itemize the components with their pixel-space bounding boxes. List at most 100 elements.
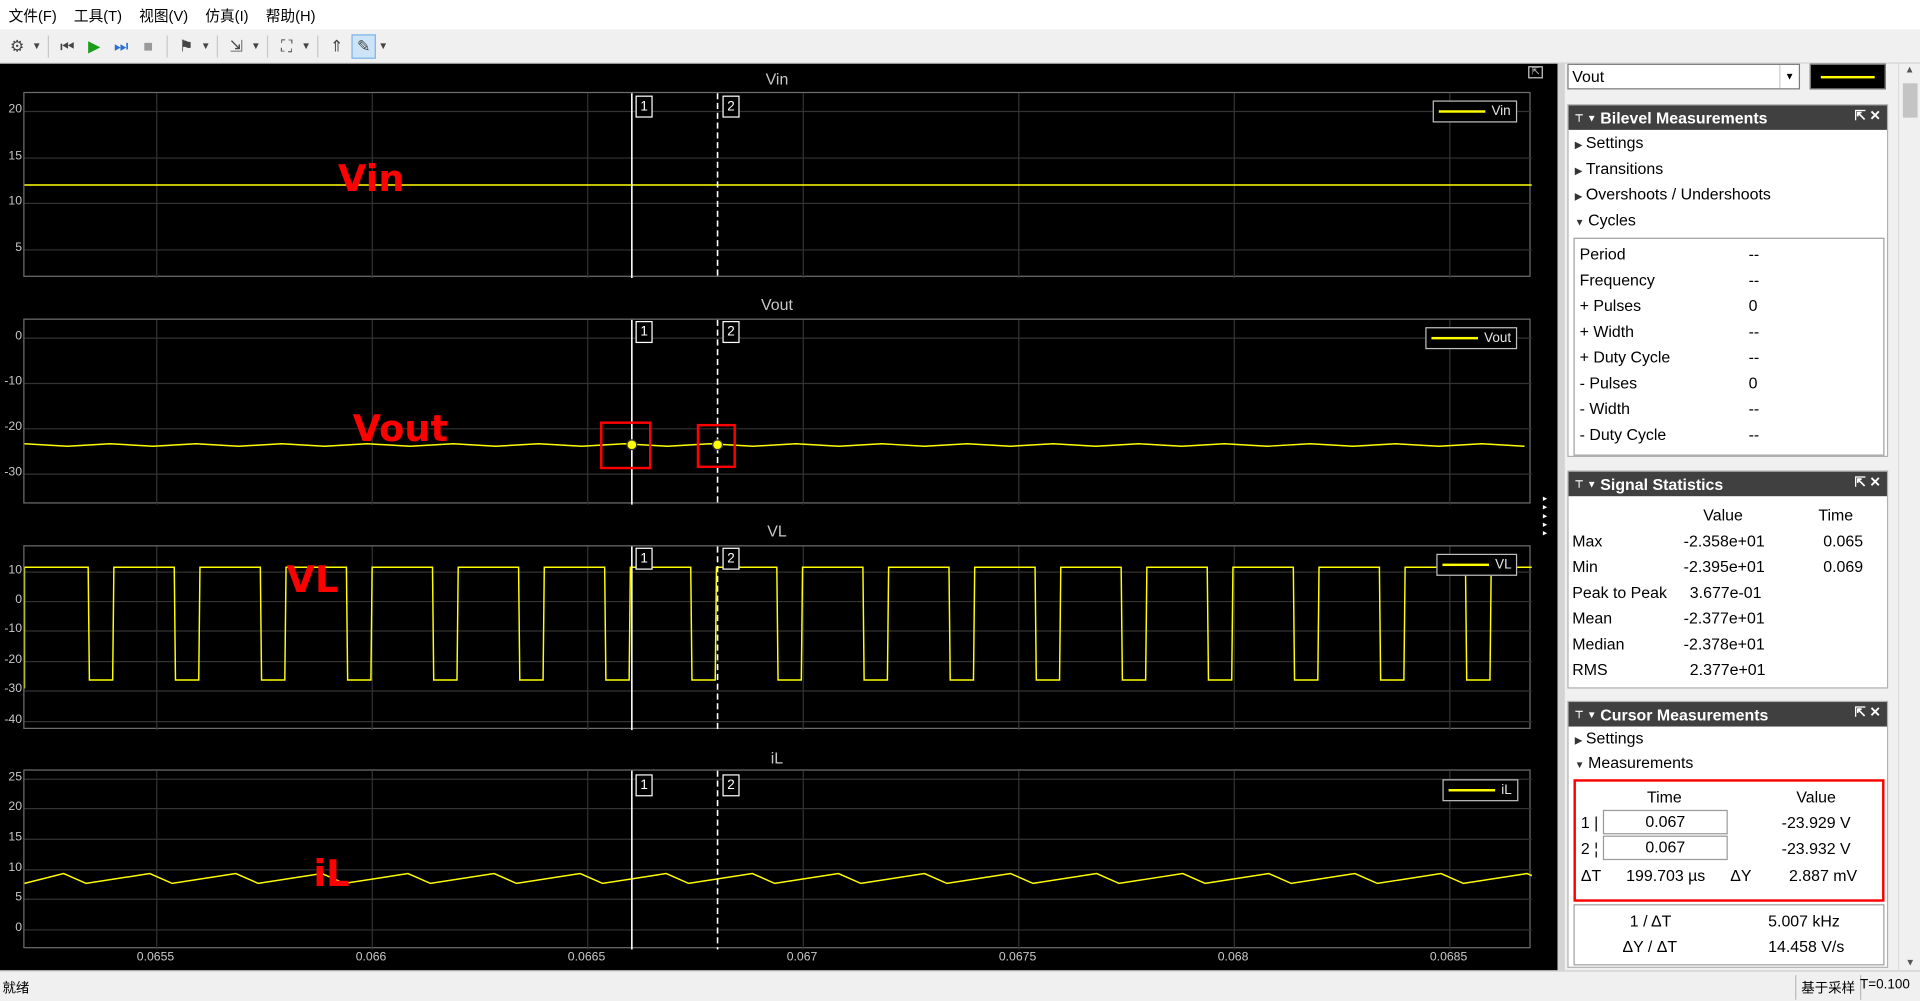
tree-measurements[interactable]: ▼ Measurements bbox=[1569, 751, 1887, 776]
legend-vin[interactable]: Vin bbox=[1432, 100, 1517, 123]
tree-settings[interactable]: ▶ Settings bbox=[1569, 130, 1887, 156]
axes-vout[interactable] bbox=[23, 318, 1532, 505]
inverse-dt-label: 1 / ΔT bbox=[1629, 911, 1672, 930]
signal-select[interactable]: Vout ▼ bbox=[1567, 63, 1801, 90]
column-header: Time bbox=[1818, 506, 1854, 525]
tree-cycles[interactable]: ▼ Cycles bbox=[1569, 207, 1887, 233]
chevron-down-icon[interactable]: ▼ bbox=[1587, 478, 1597, 489]
menu-tools[interactable]: 工具(T) bbox=[65, 4, 130, 25]
axes-vin[interactable] bbox=[23, 91, 1532, 279]
stat-label: Max bbox=[1572, 531, 1603, 551]
tree-transitions[interactable]: ▶ Transitions bbox=[1569, 156, 1887, 182]
stat-value: 2.377e+01 bbox=[1689, 660, 1766, 679]
panel-splitter[interactable]: ▸ ▸ ▸ ▸ ▸ bbox=[1543, 63, 1565, 971]
cursor-2-label[interactable]: 2 bbox=[722, 774, 740, 797]
step-back-icon[interactable]: ⏮ bbox=[55, 34, 79, 59]
y-tick: 5 bbox=[15, 890, 23, 905]
y-tick: 5 bbox=[15, 241, 23, 255]
y-tick: 10 bbox=[8, 861, 23, 875]
panel-header[interactable]: ⊤ ▼ Signal Statistics ⇱ ✕ bbox=[1568, 471, 1887, 497]
sample-mode: 基于采样 bbox=[1795, 975, 1862, 1000]
vertical-scrollbar[interactable]: ▲ ▼ bbox=[1897, 63, 1920, 971]
pin-icon[interactable]: ⊤ bbox=[1575, 112, 1584, 123]
cursor-2-label[interactable]: 2 bbox=[722, 95, 740, 118]
pin-icon[interactable]: ⊤ bbox=[1575, 478, 1584, 489]
menu-bar: 文件(F) 工具(T) 视图(V) 仿真(I) 帮助(H) bbox=[0, 0, 1920, 30]
chevron-down-icon[interactable]: ▼ bbox=[378, 34, 388, 59]
cursor-2-label[interactable]: 2 bbox=[722, 547, 740, 570]
cycle-label: - Duty Cycle bbox=[1579, 425, 1667, 444]
run-icon[interactable]: ▶ bbox=[82, 34, 106, 59]
plot-canvas-il bbox=[24, 770, 1550, 950]
slope-label: ΔY / ΔT bbox=[1622, 937, 1678, 956]
legend-label: Vout bbox=[1484, 330, 1512, 346]
inverse-dt-value: 5.007 kHz bbox=[1768, 911, 1840, 930]
cursor-1-label[interactable]: 1 bbox=[635, 774, 653, 797]
chevron-down-icon[interactable]: ▼ bbox=[201, 34, 211, 59]
menu-view[interactable]: 视图(V) bbox=[131, 4, 197, 25]
cursor-1-label[interactable]: 1 bbox=[635, 321, 653, 344]
panel-header[interactable]: ⊤ ▼ Cursor Measurements ⇱ ✕ bbox=[1568, 702, 1887, 727]
autoscale-icon[interactable]: ⛶ bbox=[274, 34, 298, 59]
legend-vl[interactable]: VL bbox=[1436, 553, 1518, 576]
tree-label: Measurements bbox=[1588, 753, 1694, 772]
chevron-down-icon[interactable]: ▼ bbox=[251, 34, 261, 59]
step-forward-icon[interactable]: ⏭ bbox=[109, 34, 133, 59]
chevron-down-icon[interactable]: ▼ bbox=[301, 34, 311, 59]
close-icon[interactable]: ⇱ ✕ bbox=[1855, 474, 1881, 490]
chevron-up-icon[interactable]: ▲ bbox=[1899, 64, 1920, 81]
chevron-down-icon[interactable]: ▼ bbox=[1899, 957, 1920, 968]
cycle-label: + Duty Cycle bbox=[1579, 347, 1671, 367]
cycle-value: -- bbox=[1748, 245, 1760, 264]
cursor-2-time-input[interactable]: 0.067 bbox=[1602, 835, 1728, 861]
sim-time: T=0.100 bbox=[1860, 977, 1910, 993]
legend-vout[interactable]: Vout bbox=[1425, 327, 1518, 350]
stat-label: RMS bbox=[1572, 660, 1608, 679]
highlight-signal-icon[interactable]: ⚑ bbox=[174, 34, 198, 59]
stat-time: 0.069 bbox=[1823, 557, 1864, 576]
cursor-2-marker bbox=[712, 439, 724, 451]
y-tick: 0 bbox=[15, 921, 23, 935]
stat-value: -2.377e+01 bbox=[1683, 608, 1765, 628]
plot-title-vl: VL bbox=[767, 521, 787, 541]
axes-vl[interactable] bbox=[23, 545, 1532, 731]
pin-icon[interactable]: ⊤ bbox=[1575, 709, 1584, 720]
cycle-value: 0 bbox=[1748, 373, 1758, 393]
tree-settings[interactable]: ▶ Settings bbox=[1569, 727, 1887, 752]
chevron-right-icon: ▶ bbox=[1574, 165, 1583, 177]
close-icon[interactable]: ⇱ ✕ bbox=[1855, 108, 1881, 124]
y-tick: -40 bbox=[4, 713, 23, 727]
menu-file[interactable]: 文件(F) bbox=[0, 4, 65, 25]
cycle-value: 0 bbox=[1748, 296, 1758, 315]
cursor-1-label[interactable]: 1 bbox=[635, 95, 653, 118]
chevron-down-icon[interactable]: ▼ bbox=[1587, 709, 1597, 720]
close-icon[interactable]: ⇱ ✕ bbox=[1855, 704, 1881, 721]
trigger-icon[interactable]: ⇑ bbox=[324, 34, 348, 59]
zoom-icon[interactable]: ⇲ bbox=[224, 34, 248, 59]
legend-il[interactable]: iL bbox=[1442, 779, 1518, 802]
cursor-1-label[interactable]: 1 bbox=[635, 547, 653, 570]
chevron-down-icon[interactable]: ▼ bbox=[1587, 112, 1597, 123]
cursor-1-time-input[interactable]: 0.067 bbox=[1602, 809, 1728, 835]
plot-title-vout: Vout bbox=[761, 295, 793, 314]
panel-header[interactable]: ⊤ ▼ Bilevel Measurements ⇱ ✕ bbox=[1568, 105, 1887, 130]
cursor-2-label[interactable]: 2 bbox=[722, 321, 740, 344]
y-tick: -30 bbox=[4, 682, 23, 696]
scope-display: ⇱ Vin 20 15 10 5 1 2 Vin Vin Vout 0 -10 … bbox=[0, 63, 1558, 971]
stat-label: Median bbox=[1572, 634, 1625, 654]
measure-icon[interactable]: ✎ bbox=[351, 33, 376, 59]
scrollbar-thumb[interactable] bbox=[1902, 83, 1918, 118]
tree-overshoots[interactable]: ▶ Overshoots / Undershoots bbox=[1569, 181, 1887, 207]
axes-il[interactable] bbox=[23, 769, 1550, 950]
toolbar: ⚙ ▼ ⏮ ▶ ⏭ ■ ⚑ ▼ ⇲ ▼ ⛶ ▼ ⇑ ✎ ▼ bbox=[0, 29, 1920, 64]
collapse-arrows-icon[interactable]: ▸ ▸ ▸ ▸ ▸ bbox=[1543, 495, 1553, 538]
menu-simulation[interactable]: 仿真(I) bbox=[197, 4, 257, 25]
stat-label: Peak to Peak bbox=[1572, 583, 1667, 602]
chevron-down-icon[interactable]: ▼ bbox=[32, 34, 42, 59]
line-style-swatch[interactable] bbox=[1809, 63, 1886, 90]
menu-help[interactable]: 帮助(H) bbox=[257, 4, 324, 25]
y-tick: 10 bbox=[8, 563, 23, 578]
gear-icon[interactable]: ⚙ bbox=[5, 34, 29, 59]
status-text: 就绪 bbox=[2, 981, 30, 997]
stop-icon[interactable]: ■ bbox=[136, 34, 160, 59]
